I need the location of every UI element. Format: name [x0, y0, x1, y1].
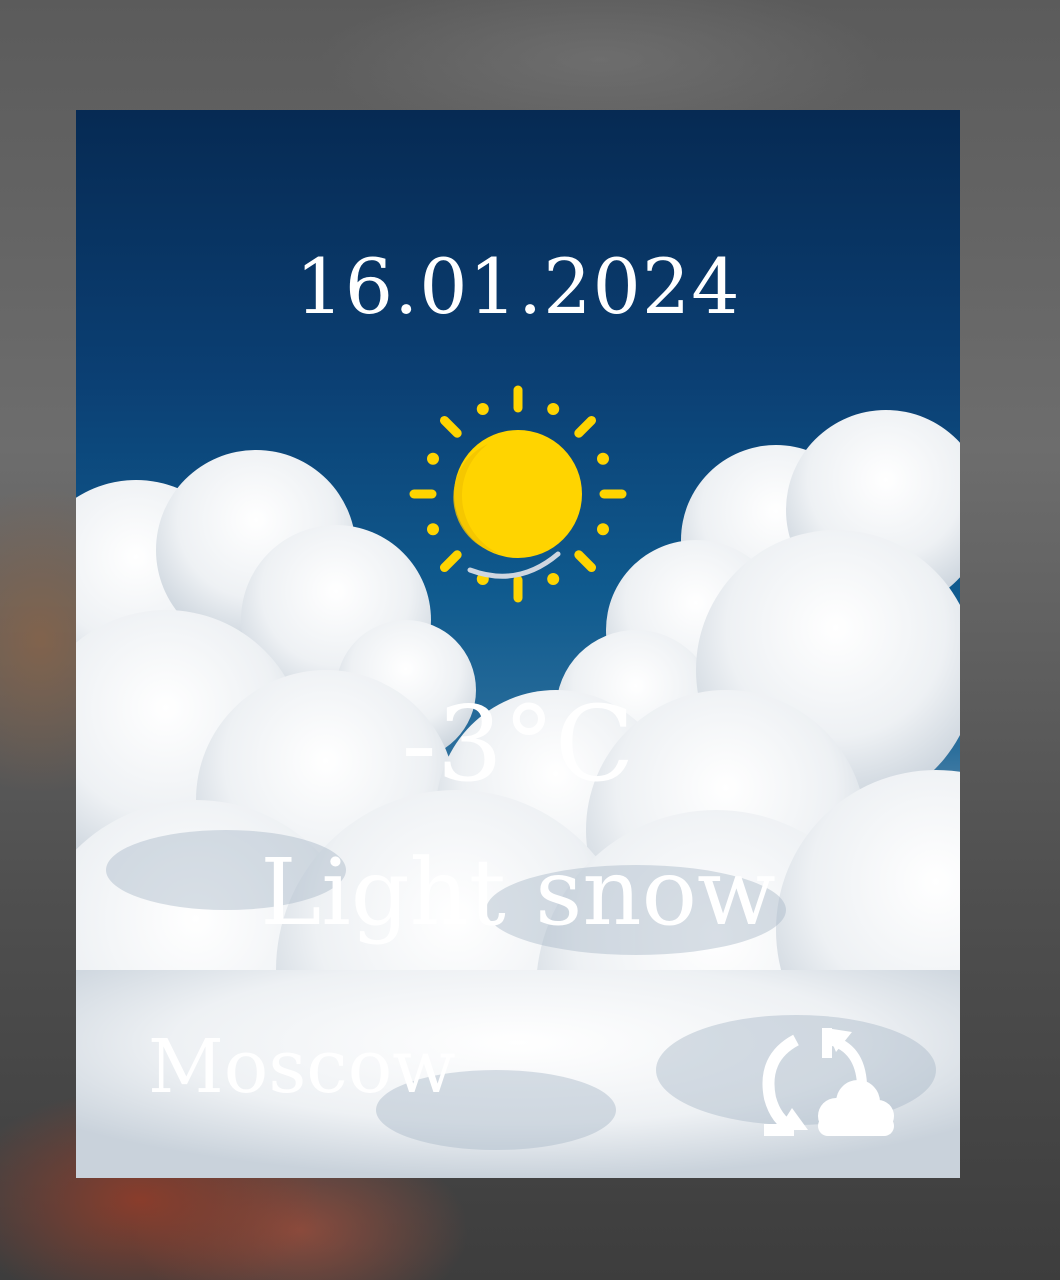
sun-dot [596, 523, 609, 536]
sun-icon [409, 385, 627, 603]
sun-ray [574, 550, 597, 573]
sun-ray [574, 415, 597, 438]
sun-dot [427, 523, 440, 536]
weather-widget[interactable]: 16.01.2024 -3°C Light snow Moscow [76, 110, 960, 1178]
sun-dot [427, 452, 440, 465]
city-name: Moscow [148, 1024, 456, 1110]
weather-condition: Light snow [260, 839, 776, 946]
temperature-value: -3°C [401, 683, 635, 805]
sun-ray [439, 415, 462, 438]
sun-dot [547, 572, 560, 585]
sun-dot [476, 403, 489, 416]
sun-ray [439, 550, 462, 573]
date-label: 16.01.2024 [295, 242, 741, 331]
sun-dot [596, 452, 609, 465]
refresh-weather-icon[interactable] [756, 1028, 896, 1140]
sun-dot [547, 403, 560, 416]
